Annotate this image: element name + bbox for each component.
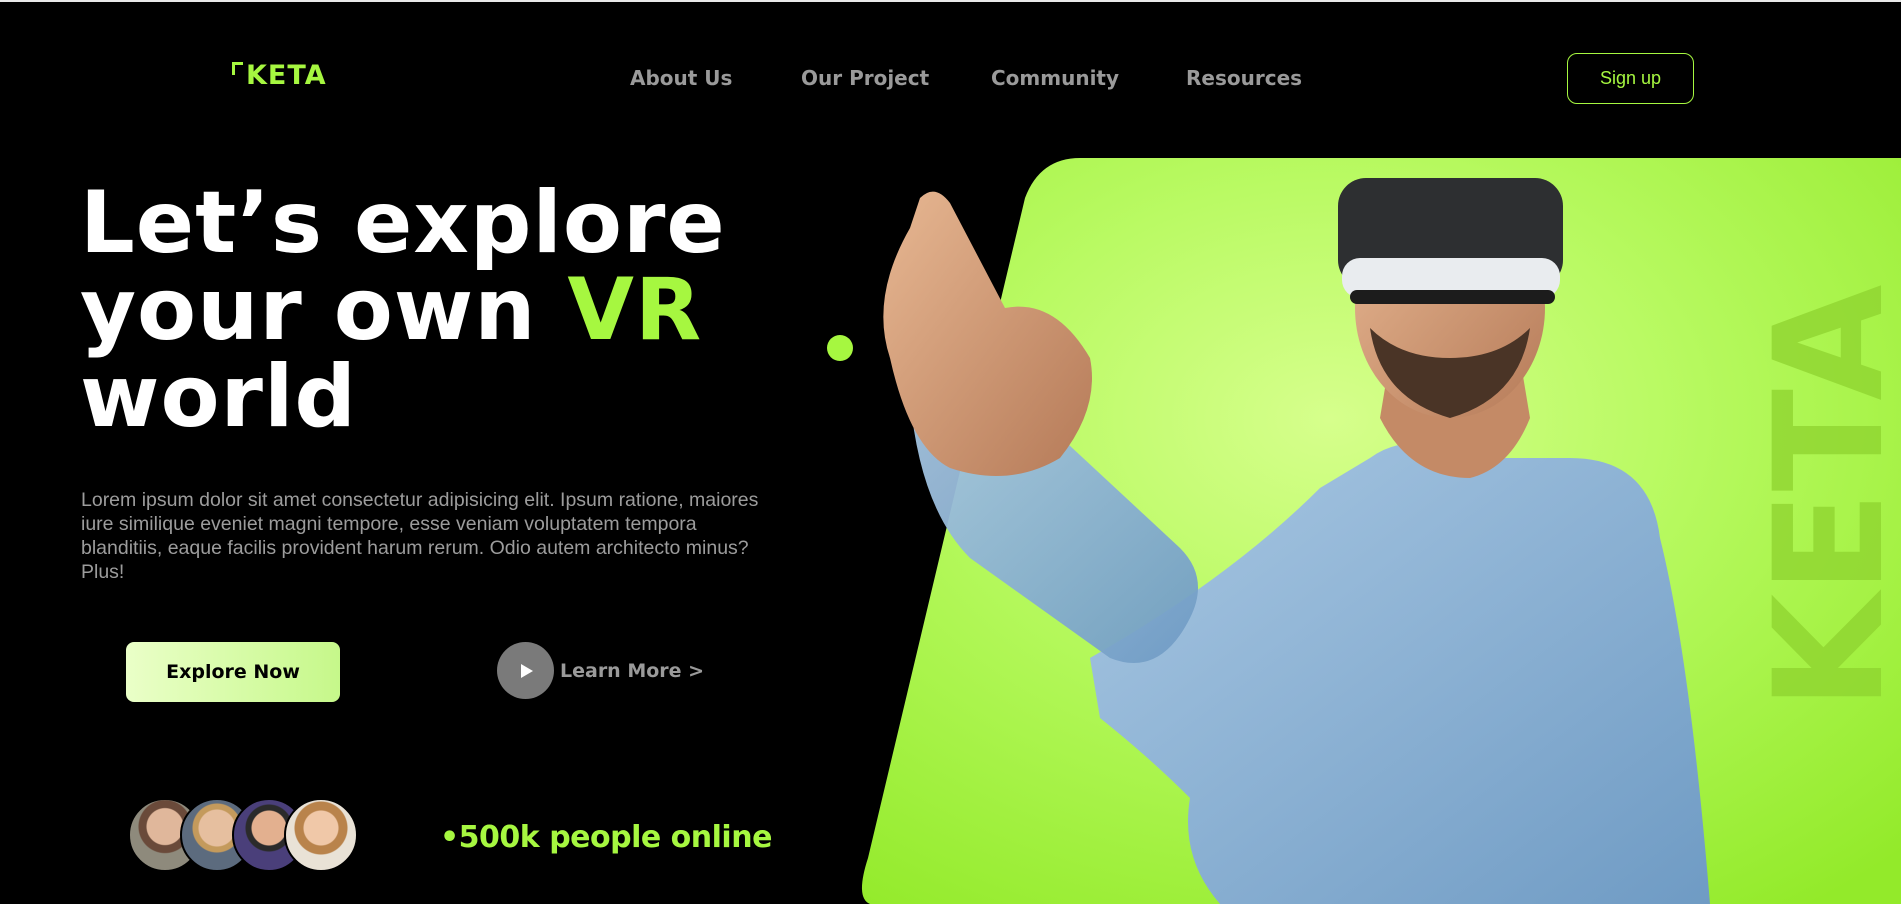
background-brand-text: KETA [1760,284,1900,710]
nav-about-us[interactable]: About Us [630,66,732,90]
online-count: •500k people online [440,820,772,855]
nav-resources[interactable]: Resources [1186,66,1302,90]
logo-text: KETA [246,60,327,91]
hero-image [861,158,1901,904]
play-icon [521,663,533,678]
nav-community[interactable]: Community [991,66,1119,90]
explore-now-button[interactable]: Explore Now [126,642,340,702]
headline-line-3: world [80,347,357,447]
hero-headline: Let’s explore your own VR world [80,180,726,441]
play-button[interactable] [497,642,554,699]
avatar [284,798,358,872]
hero-description: Lorem ipsum dolor sit amet consectetur a… [81,489,759,583]
headline-accent: VR [567,260,703,360]
top-border [0,0,1901,2]
learn-more-label: Learn More > [560,659,705,682]
logo[interactable]: KETA [232,60,327,91]
headline-line-2: your own [80,260,568,360]
sign-up-button[interactable]: Sign up [1567,53,1694,104]
landing-page: KETA About Us Our Project Community Reso… [0,0,1901,904]
nav-our-project[interactable]: Our Project [801,66,929,90]
headline-line-1: Let’s explore [80,173,726,273]
learn-more-link[interactable]: Learn More > [497,642,704,699]
logo-mark-icon [232,62,243,75]
